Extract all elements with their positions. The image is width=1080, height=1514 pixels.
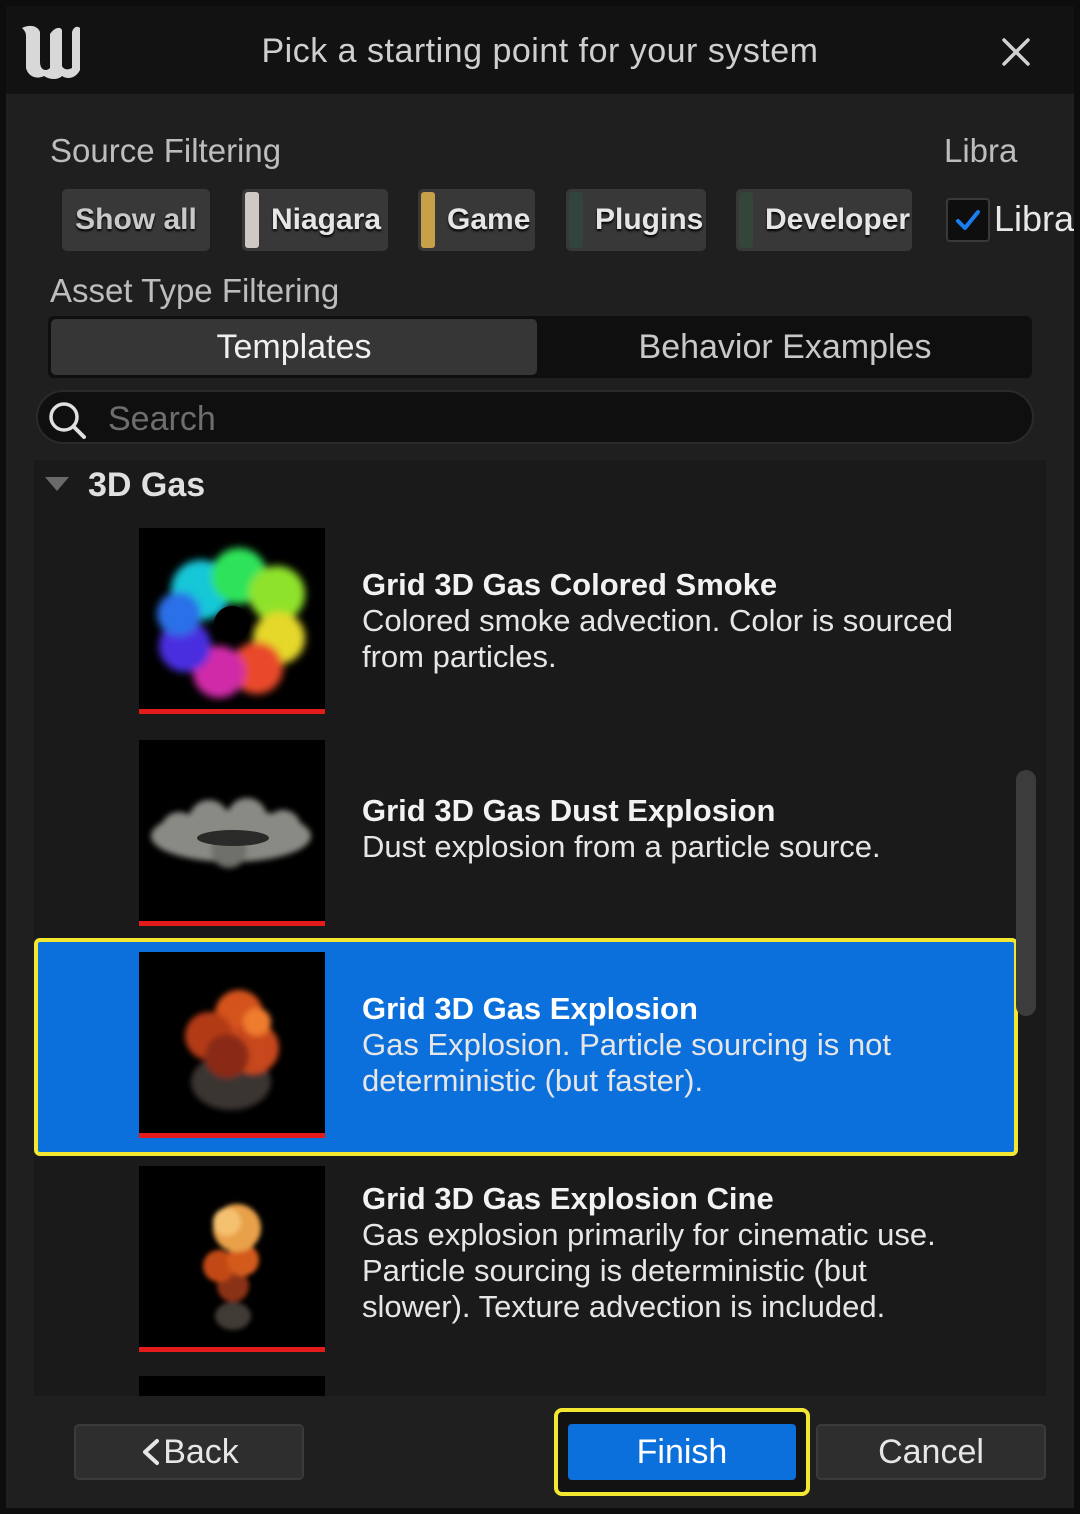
chip-label: Niagara — [271, 203, 382, 236]
chevron-left-icon — [143, 1439, 160, 1465]
back-button[interactable]: Back — [74, 1424, 304, 1480]
asset-type-tabs: Templates Behavior Examples — [48, 316, 1032, 378]
thumbnail-gas-explosion-cine — [139, 1166, 325, 1352]
dialog-window: Pick a starting point for your system So… — [6, 6, 1074, 1508]
thumbnail-colored-smoke — [139, 528, 325, 714]
tab-templates[interactable]: Templates — [51, 319, 537, 375]
chip-plugins[interactable]: Plugins — [566, 189, 706, 251]
developer-color-swatch — [739, 192, 753, 248]
item-description-line: Gas explosion primarily for cinematic us… — [362, 1217, 936, 1252]
thumbnail-next-item — [139, 1376, 325, 1396]
list-item-colored-smoke[interactable]: Grid 3D Gas Colored Smoke Colored smoke … — [34, 528, 1018, 728]
search-input[interactable] — [106, 398, 1010, 440]
item-title: Grid 3D Gas Explosion Cine — [362, 1181, 774, 1216]
chip-label: Game — [447, 203, 531, 236]
chip-show-all[interactable]: Show all — [62, 189, 210, 251]
chip-label: Show all — [75, 203, 197, 236]
item-description-line: deterministic (but faster). — [362, 1063, 704, 1098]
list-item-gas-explosion[interactable]: Grid 3D Gas Explosion Gas Explosion. Par… — [34, 938, 1018, 1156]
game-color-swatch — [421, 192, 435, 248]
item-description-line: slower). Texture advection is included. — [362, 1289, 886, 1324]
list-item-gas-explosion-cine[interactable]: Grid 3D Gas Explosion Cine Gas explosion… — [34, 1166, 1018, 1366]
scrollbar-thumb[interactable] — [1016, 770, 1036, 1016]
list-item-dust-explosion[interactable]: Grid 3D Gas Dust Explosion Dust explosio… — [34, 740, 1018, 940]
thumbnail-status-bar — [139, 1347, 325, 1352]
thumbnail-gas-explosion — [139, 952, 325, 1138]
item-title: Grid 3D Gas Dust Explosion — [362, 793, 776, 828]
thumbnail-dust-explosion — [139, 740, 325, 926]
triangle-down-icon — [45, 477, 69, 491]
thumbnail-status-bar — [139, 921, 325, 926]
chip-label: Developer — [765, 203, 911, 236]
item-text: Grid 3D Gas Dust Explosion Dust explosio… — [362, 792, 881, 865]
thumbnail-status-bar — [139, 1133, 325, 1138]
template-list: 3D Gas Grid 3D Gas Colored Smoke Colored… — [34, 460, 1046, 1396]
plugins-color-swatch — [569, 192, 583, 248]
chip-developer[interactable]: Developer — [736, 189, 912, 251]
chip-label: Plugins — [595, 203, 704, 236]
close-icon[interactable] — [996, 32, 1036, 72]
item-text: Grid 3D Gas Colored Smoke Colored smoke … — [362, 566, 953, 675]
tab-behavior-examples[interactable]: Behavior Examples — [540, 319, 1030, 375]
cancel-button[interactable]: Cancel — [816, 1424, 1046, 1480]
search-box — [36, 390, 1034, 444]
finish-button[interactable]: Finish — [568, 1424, 796, 1480]
checkmark-icon — [956, 210, 980, 230]
chip-game[interactable]: Game — [418, 189, 535, 251]
source-filtering-label: Source Filtering — [50, 132, 282, 169]
item-text: Grid 3D Gas Explosion Cine Gas explosion… — [362, 1180, 936, 1325]
item-description-line: from particles. — [362, 639, 557, 674]
niagara-color-swatch — [245, 192, 259, 248]
group-label: 3D Gas — [88, 466, 206, 504]
back-button-label: Back — [163, 1432, 239, 1471]
title-bar: Pick a starting point for your system — [6, 6, 1074, 94]
item-description-line: Colored smoke advection. Color is source… — [362, 603, 953, 638]
item-description-line: Gas Explosion. Particle sourcing is not — [362, 1027, 891, 1062]
finish-highlight: Finish — [554, 1408, 810, 1496]
item-title: Grid 3D Gas Colored Smoke — [362, 567, 778, 602]
chip-niagara[interactable]: Niagara — [242, 189, 388, 251]
item-text: Grid 3D Gas Explosion Gas Explosion. Par… — [362, 990, 891, 1099]
library-checkbox[interactable] — [946, 198, 990, 242]
search-icon — [49, 402, 86, 439]
dialog-title: Pick a starting point for your system — [261, 32, 819, 70]
library-checkbox-label: Librar — [994, 198, 1074, 239]
group-header-3d-gas[interactable]: 3D Gas — [34, 460, 1046, 510]
asset-type-filtering-label: Asset Type Filtering — [50, 272, 340, 309]
library-label: Libra — [944, 132, 1018, 169]
item-description-line: Particle sourcing is deterministic (but — [362, 1253, 867, 1288]
thumbnail-status-bar — [139, 709, 325, 714]
item-description-line: Dust explosion from a particle source. — [362, 829, 881, 864]
item-title: Grid 3D Gas Explosion — [362, 991, 698, 1026]
